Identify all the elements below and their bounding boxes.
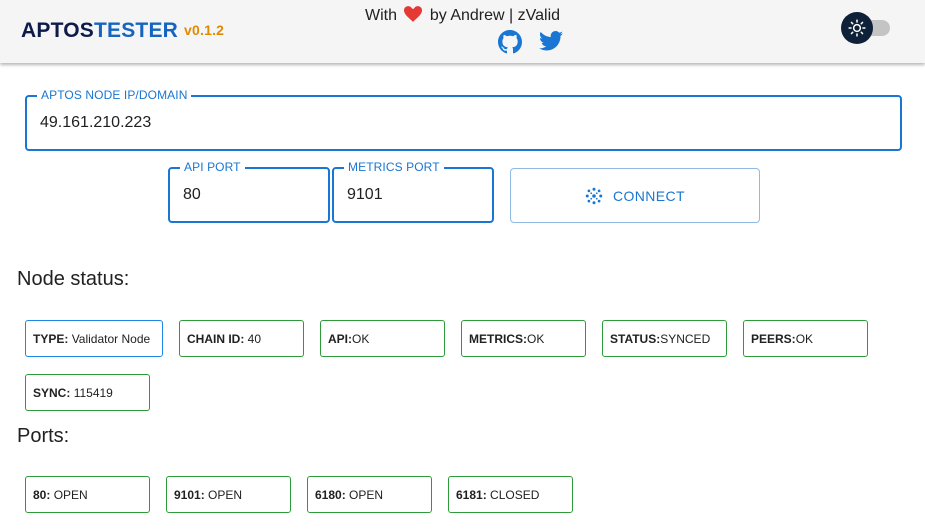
port-chip-9101: 9101: OPEN xyxy=(166,476,291,513)
status-chip-peers: PEERS: OK xyxy=(743,320,868,357)
chip-key: CHAIN ID: xyxy=(187,331,245,346)
chip-key: METRICS: xyxy=(469,331,527,346)
tagline-before: With xyxy=(364,7,397,24)
api-port-field[interactable]: API PORT 80 xyxy=(168,160,330,223)
author-tagline: With by Andrew | zValid xyxy=(0,6,925,27)
chip-value: OPEN xyxy=(53,487,88,502)
chip-value: OPEN xyxy=(349,487,384,502)
node-address-field[interactable]: APTOS NODE IP/DOMAIN 49.161.210.223 xyxy=(25,88,902,151)
node-address-value[interactable]: 49.161.210.223 xyxy=(40,97,151,149)
chip-value: OK xyxy=(795,331,814,346)
chip-value: OPEN xyxy=(208,487,243,502)
hub-icon xyxy=(585,187,603,205)
chip-key: TYPE: xyxy=(33,331,69,346)
theme-toggle[interactable] xyxy=(841,12,891,44)
status-chip-api: API: OK xyxy=(320,320,445,357)
chip-key: API: xyxy=(328,331,352,346)
chip-key: PEERS: xyxy=(751,331,796,346)
status-chip-status: STATUS: SYNCED xyxy=(602,320,727,357)
ports-title: Ports: xyxy=(17,425,70,447)
chip-key: 6181: xyxy=(456,487,487,502)
tagline-after: by Andrew | zValid xyxy=(429,7,561,24)
chip-value: OK xyxy=(527,331,545,346)
chip-key: 80: xyxy=(33,487,51,502)
social-links xyxy=(498,30,563,54)
status-chip-chain-id: CHAIN ID: 40 xyxy=(179,320,304,357)
chip-value: SYNCED xyxy=(660,331,711,346)
twitter-icon[interactable] xyxy=(539,30,563,52)
chip-value: Validator Node xyxy=(71,331,151,346)
app-header: APTOSTESTER v0.1.2 With by Andrew | zVali… xyxy=(0,0,925,63)
port-chip-80: 80: OPEN xyxy=(25,476,150,513)
node-status-title: Node status: xyxy=(17,268,130,290)
chip-key: SYNC: xyxy=(33,385,71,400)
chip-key: STATUS: xyxy=(610,331,661,346)
connect-label: CONNECT xyxy=(612,187,686,204)
chip-value: CLOSED xyxy=(490,487,540,502)
port-chip-6180: 6180: OPEN xyxy=(307,476,432,513)
github-icon[interactable] xyxy=(498,30,522,54)
chip-key: 6180: xyxy=(315,487,346,502)
status-chip-metrics: METRICS: OK xyxy=(461,320,586,357)
status-chip-sync: SYNC: 115419 xyxy=(25,374,150,411)
chip-key: 9101: xyxy=(174,487,205,502)
connect-button[interactable]: CONNECT xyxy=(510,168,760,223)
chip-value: 40 xyxy=(247,331,262,346)
heart-icon xyxy=(404,6,423,27)
port-chip-6181: 6181: CLOSED xyxy=(448,476,573,513)
metrics-port-value[interactable]: 9101 xyxy=(347,169,383,221)
chip-value: 115419 xyxy=(73,385,113,400)
sun-icon xyxy=(841,12,873,44)
api-port-value[interactable]: 80 xyxy=(183,169,201,221)
chip-value: OK xyxy=(352,331,370,346)
metrics-port-field[interactable]: METRICS PORT 9101 xyxy=(332,160,494,223)
status-chip-type: TYPE: Validator Node xyxy=(25,320,163,357)
